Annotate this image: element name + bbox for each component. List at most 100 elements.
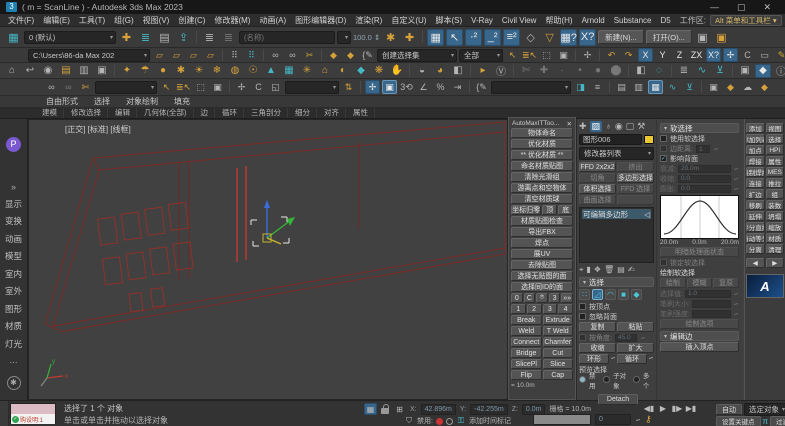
macro-help-icon[interactable]: ▦? <box>560 29 577 46</box>
kite-icon[interactable]: ◇ <box>522 29 539 46</box>
select-by-name-icon[interactable]: ≣↖ <box>522 48 537 62</box>
gear-icon[interactable]: ✱ <box>382 29 399 46</box>
select-icon[interactable]: ↖ <box>159 80 174 94</box>
next-icon[interactable]: ▶ <box>766 258 785 268</box>
amax-button[interactable]: 底 <box>558 205 573 215</box>
set-key-button[interactable]: 设置关键点 <box>716 416 761 426</box>
script-button-视图[interactable]: 视图 <box>766 123 785 133</box>
strip-item-动画[interactable]: 动画 <box>5 233 22 245</box>
menu-创建(C)[interactable]: 创建(C) <box>178 15 205 26</box>
edit-edges-rollout-header[interactable]: 编辑边 <box>660 331 739 341</box>
amax-button[interactable]: 材质贴图检查 <box>511 216 573 226</box>
strip-item-室外[interactable]: 室外 <box>5 285 22 297</box>
script-button-移刷[interactable]: 移刷 <box>746 200 765 210</box>
scene-explorer-icon[interactable]: ▤ <box>614 80 629 94</box>
viewport[interactable]: xy [正交] [标准] [线框] <box>28 119 508 400</box>
ring-button[interactable]: 环形 <box>579 354 609 364</box>
dot1-icon[interactable]: · <box>554 64 570 78</box>
script-button-坍塌[interactable]: 坍塌 <box>766 211 785 221</box>
project-path-combo[interactable]: C:\Users\86-da Max 202▾ <box>28 49 150 62</box>
material-editor-icon[interactable]: ▣ <box>706 80 721 94</box>
use-soft-selection-checkbox[interactable] <box>660 135 667 142</box>
grid-icon[interactable]: ▦ <box>281 64 297 78</box>
unlink-icon[interactable]: ∞ <box>61 80 76 94</box>
bind-icon[interactable]: ✄ <box>78 80 93 94</box>
frame-number-field[interactable]: 0 <box>595 414 631 425</box>
folder-icon[interactable]: ▱ <box>203 48 218 62</box>
prism-icon[interactable]: ▲ <box>263 64 279 78</box>
move-mode-icon[interactable]: ✢ <box>723 48 738 62</box>
loop-button[interactable]: 循环 <box>617 354 647 364</box>
ribbon-section[interactable]: 对齐 <box>318 108 346 118</box>
sphere-icon[interactable]: ● <box>155 64 171 78</box>
amax-button[interactable]: 清空材质球 <box>511 194 573 204</box>
named-sets-combo[interactable]: ▾ <box>491 81 571 94</box>
menu-文件(F)[interactable]: 文件(F) <box>8 15 34 26</box>
schematic-view-icon[interactable]: ⊻ <box>682 80 697 94</box>
dashed-circle-icon[interactable]: ◌ <box>651 64 667 78</box>
script-button-清理[interactable]: 清理 <box>766 244 785 254</box>
amax-button[interactable]: 游离点和空物体 <box>511 183 573 193</box>
modifier-preset-button[interactable]: 曲面选择 <box>579 195 616 205</box>
listener-macro-row[interactable] <box>11 404 55 414</box>
bubble-field[interactable]: 0.0 <box>678 185 731 193</box>
preview-radio-子对象[interactable] <box>603 376 610 383</box>
falloff-spinner[interactable]: ▴▾ <box>733 165 739 173</box>
falloff-field[interactable]: 20.0m <box>678 165 731 173</box>
grow-button[interactable]: 扩大 <box>617 343 654 353</box>
filter-combo[interactable]: ▾ <box>337 31 351 44</box>
playback-button[interactable]: ▶ <box>657 402 669 414</box>
isolate-toggle-icon[interactable]: ▦ <box>364 403 377 415</box>
modify-tab-icon[interactable]: ▨ <box>590 121 603 132</box>
new-button[interactable]: 新建(N)... <box>598 30 644 44</box>
playback-button[interactable]: ▶▮ <box>685 402 697 414</box>
menu-V-Ray[interactable]: V-Ray <box>471 16 493 25</box>
add-icon[interactable]: ✚ <box>118 29 135 46</box>
name-filter-field[interactable]: (名称) <box>239 31 335 44</box>
modifier-preset-button[interactable]: 多边形选择 <box>617 173 654 183</box>
script-button-HPI[interactable]: HPI <box>766 145 785 155</box>
z-coord-field[interactable]: 0.0m <box>522 404 546 415</box>
ribbon-tab-自由形式[interactable]: 自由形式 <box>46 96 78 107</box>
script-button-焊接[interactable]: 焊接 <box>746 156 765 166</box>
crossing-icon[interactable]: ▣ <box>210 80 225 94</box>
strip-item-图形[interactable]: 图形 <box>5 303 22 315</box>
snow-icon[interactable]: ❄ <box>209 64 225 78</box>
render-icon[interactable]: ◆ <box>757 80 772 94</box>
script-button-等分直接[interactable]: 等分直接 <box>746 222 765 232</box>
rotate-mode-icon[interactable]: C <box>740 48 755 62</box>
ribbon-section[interactable]: 几何体(全部) <box>138 108 194 118</box>
script-button-自动等分[interactable]: 自动等分 <box>746 233 765 243</box>
amax-button[interactable]: 清除光滑组 <box>511 172 573 182</box>
ribbon-section[interactable]: 循环 <box>216 108 244 118</box>
shaded-face-toggle-button[interactable]: 明暗处理面状态 <box>660 247 739 257</box>
menu-视图(V)[interactable]: 视图(V) <box>143 15 170 26</box>
lock-soft-selection-checkbox[interactable] <box>660 259 667 266</box>
configure-sets-icon[interactable]: ▤ <box>617 265 625 275</box>
amax-edit-button[interactable]: SlicePl <box>511 359 542 369</box>
y-coord-field[interactable]: -42.255m <box>470 404 508 415</box>
paint-button-复原[interactable]: 复原 <box>713 278 739 288</box>
by-vertex-checkbox[interactable] <box>579 303 586 310</box>
ribbon-section[interactable]: 边 <box>195 108 216 118</box>
globe-icon[interactable]: ◍ <box>227 64 243 78</box>
amax-button[interactable]: 坐标归零 <box>511 205 541 215</box>
strip-item-材质[interactable]: 材质 <box>5 320 22 332</box>
maximize-button[interactable]: ▢ <box>737 2 746 13</box>
by-angle-checkbox[interactable] <box>579 334 586 341</box>
home-icon[interactable]: ⌂ <box>4 64 20 78</box>
funnel-icon[interactable]: ▽ <box>541 29 558 46</box>
insert-vertex-button[interactable]: 插入顶点 <box>660 342 739 352</box>
minimize-button[interactable]: — <box>710 2 719 13</box>
undo-icon[interactable]: ↶ <box>604 48 619 62</box>
teapot-icon[interactable]: ◆ <box>326 48 341 62</box>
clone-icon[interactable]: ◧ <box>450 64 466 78</box>
ring-spinner[interactable]: ▴▾ <box>610 354 616 362</box>
back-icon[interactable]: ↩ <box>22 64 38 78</box>
dots-teal-icon[interactable]: ⠿ <box>244 48 259 62</box>
edit-stack-icon[interactable]: ✍ <box>628 265 635 275</box>
amax-edit-button[interactable]: Chamfer <box>543 337 574 347</box>
x-coord-field[interactable]: 42.896m <box>421 404 456 415</box>
scene-icon[interactable]: ▦ <box>5 29 22 46</box>
show-end-result-icon[interactable]: ▮ <box>587 265 591 275</box>
